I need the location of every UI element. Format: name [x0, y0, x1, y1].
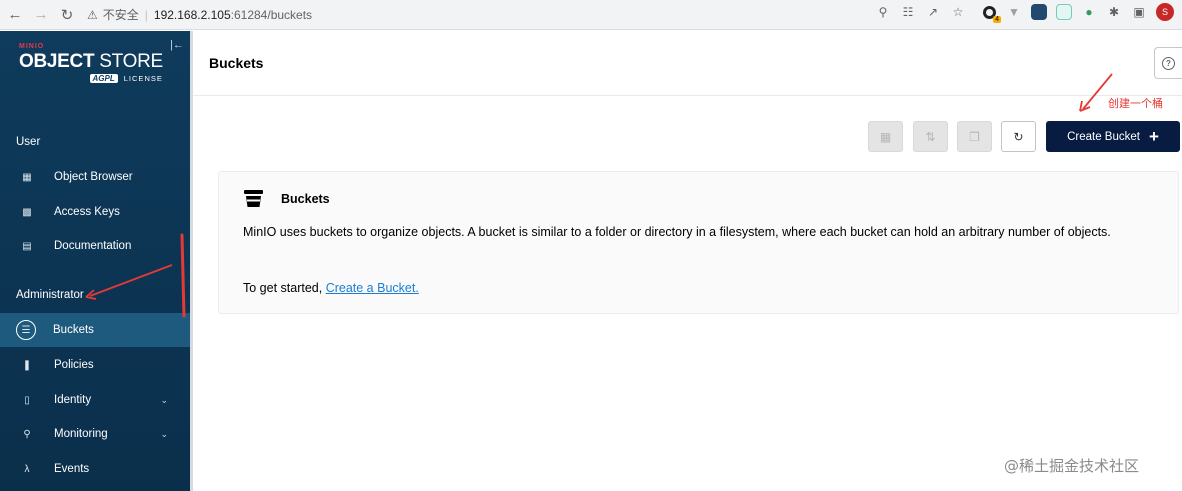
browser-nav-buttons: ← → ↻ — [3, 3, 79, 27]
object-browser-icon: ▦ — [22, 171, 32, 183]
profile-avatar[interactable]: S — [1156, 3, 1174, 21]
sidebar-item-monitoring[interactable]: ⚲ Monitoring ⌄ — [0, 417, 190, 451]
info-panel-description: MinIO uses buckets to organize objects. … — [243, 225, 1111, 239]
sidebar-item-access-keys[interactable]: ▩ Access Keys — [0, 195, 190, 229]
plus-icon: + — [1148, 127, 1159, 146]
address-separator: | — [144, 7, 148, 22]
bucket-icon — [244, 190, 263, 207]
help-icon: ? — [1162, 56, 1175, 70]
sidebar-item-label: Documentation — [54, 240, 132, 252]
logo-brand: OBJECT STORE — [19, 51, 163, 73]
vue-devtools-icon[interactable]: ▼ — [1006, 4, 1022, 20]
back-arrow-icon[interactable]: ← — [3, 3, 27, 27]
info-panel-title: Buckets — [281, 192, 330, 206]
extension-icon[interactable] — [1031, 4, 1047, 20]
side-panel-icon[interactable]: ▣ — [1131, 4, 1147, 20]
react-devtools-icon[interactable] — [1056, 4, 1072, 20]
create-bucket-label: Create Bucket — [1067, 130, 1140, 143]
url-host: 192.168.2.105 — [153, 7, 231, 22]
forward-arrow-icon[interactable]: → — [29, 3, 53, 27]
replication-icon: ⇅ — [925, 129, 936, 144]
replication-button[interactable]: ⇅ — [913, 121, 948, 152]
bucket-icon: ☰ — [16, 320, 36, 340]
browser-toolbar: ← → ↻ ⚠ 不安全 | 192.168.2.105 :61284/bucke… — [0, 0, 1182, 30]
bookmark-star-icon[interactable]: ☆ — [950, 4, 966, 20]
create-bucket-link[interactable]: Create a Bucket. — [326, 281, 419, 295]
key-icon[interactable]: ⚲ — [875, 4, 891, 20]
access-keys-icon: ▩ — [22, 206, 32, 218]
lambda-icon: λ — [24, 463, 30, 475]
sidebar-item-object-browser[interactable]: ▦ Object Browser — [0, 160, 190, 194]
extension-badge-count: 4 — [993, 16, 1001, 23]
logo-brand-bold: OBJECT — [19, 51, 95, 72]
browser-actions: ⚲ ☷ ↗ ☆ 4 ▼ ● ✱ ▣ S — [875, 3, 1174, 23]
address-bar[interactable]: ⚠ 不安全 | 192.168.2.105 :61284/buckets — [87, 3, 312, 27]
sidebar-item-events[interactable]: λ Events — [0, 452, 190, 486]
sidebar-item-documentation[interactable]: ▤ Documentation — [0, 229, 190, 263]
refresh-button[interactable]: ↻ — [1001, 121, 1036, 152]
create-bucket-button[interactable]: Create Bucket + — [1046, 121, 1180, 152]
page-header: Buckets ? — [193, 31, 1182, 96]
watermark: @稀土掘金技术社区 — [1004, 457, 1140, 475]
security-label: 不安全 — [102, 8, 139, 22]
identity-icon: ▯ — [24, 394, 30, 406]
logo-agpl: AGPL — [89, 74, 118, 83]
documentation-icon: ▤ — [22, 240, 32, 252]
puzzle-icon[interactable]: ✱ — [1106, 4, 1122, 20]
page-title: Buckets — [209, 55, 264, 71]
sidebar-item-label: Identity — [54, 394, 92, 406]
logo-minio-text: MINIO — [19, 43, 45, 50]
info-get-started: To get started, Create a Bucket. — [243, 281, 419, 295]
refresh-icon: ↻ — [1013, 129, 1024, 144]
sidebar-item-policies[interactable]: ❚ Policies — [0, 348, 190, 382]
section-title-administrator: Administrator — [16, 289, 84, 301]
grid-view-button[interactable]: ▦ — [868, 121, 903, 152]
reload-icon[interactable]: ↻ — [55, 3, 79, 27]
buckets-info-panel: Buckets MinIO uses buckets to organize o… — [218, 171, 1179, 314]
grid-view-icon: ▦ — [879, 129, 892, 144]
palette-icon[interactable]: ● — [1081, 4, 1097, 20]
copy-icon: ❐ — [969, 129, 980, 144]
warning-icon: ⚠ — [87, 7, 98, 22]
minio-logo: MINIO OBJECT STORE AGPL LICENSE — [19, 43, 163, 83]
chevron-down-icon: ⌄ — [160, 394, 168, 405]
sidebar-scroll-track[interactable] — [190, 31, 193, 491]
url-path: :61284/buckets — [230, 7, 313, 22]
sidebar: |← MINIO OBJECT STORE AGPL LICENSE User … — [0, 31, 190, 491]
help-button[interactable]: ? — [1154, 47, 1182, 79]
get-started-prefix: To get started, — [243, 281, 326, 295]
extension-badge-icon[interactable]: 4 — [981, 4, 1001, 23]
sidebar-item-label: Buckets — [53, 324, 94, 336]
sidebar-item-label: Monitoring — [54, 428, 108, 440]
section-title-user: User — [16, 136, 41, 148]
sidebar-item-label: Access Keys — [54, 206, 120, 218]
sidebar-item-label: Policies — [54, 359, 94, 371]
monitoring-icon: ⚲ — [23, 428, 31, 440]
logo-license: AGPL LICENSE — [19, 74, 163, 83]
chevron-down-icon: ⌄ — [160, 428, 168, 439]
policies-icon: ❚ — [22, 359, 32, 371]
logo-brand-light: STORE — [99, 51, 163, 72]
share-icon[interactable]: ↗ — [925, 4, 941, 20]
sidebar-item-label: Events — [54, 463, 90, 475]
sidebar-item-buckets[interactable]: ☰ Buckets — [0, 313, 190, 347]
collapse-sidebar-icon[interactable]: |← — [170, 39, 184, 51]
translate-icon[interactable]: ☷ — [900, 4, 916, 20]
logo-license-text: LICENSE — [123, 74, 163, 83]
sidebar-item-label: Object Browser — [54, 171, 133, 183]
copy-button[interactable]: ❐ — [957, 121, 992, 152]
annotation-create-bucket-note: 创建一个桶 — [1108, 98, 1163, 110]
sidebar-item-identity[interactable]: ▯ Identity ⌄ — [0, 383, 190, 417]
